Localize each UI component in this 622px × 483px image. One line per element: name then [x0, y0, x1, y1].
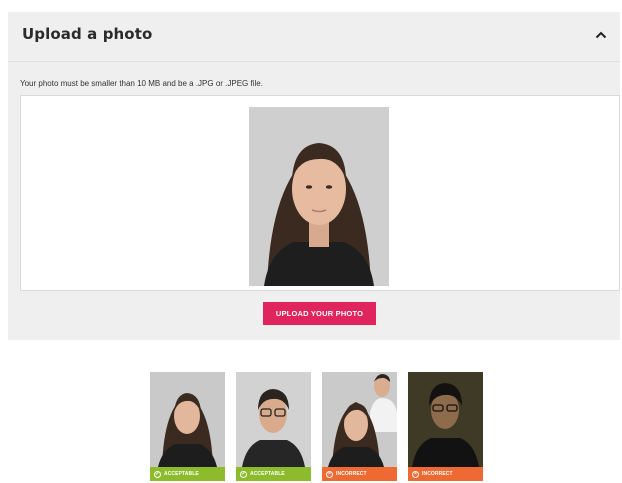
check-circle-icon: ✓	[240, 470, 247, 478]
status-badge: ✓ ACCEPTABLE	[150, 467, 225, 481]
status-label: ACCEPTABLE	[250, 471, 285, 477]
status-label: INCORRECT	[422, 471, 453, 477]
example-photo-incorrect-1: × INCORRECT	[322, 372, 397, 483]
uploaded-photo-preview	[249, 107, 389, 286]
status-badge: ✓ ACCEPTABLE	[236, 467, 311, 481]
x-circle-icon: ×	[412, 470, 419, 478]
check-circle-icon: ✓	[154, 470, 161, 478]
status-label: ACCEPTABLE	[164, 471, 199, 477]
status-badge: × INCORRECT	[408, 467, 483, 481]
example-image	[322, 372, 397, 467]
example-photo-acceptable-2: ✓ ACCEPTABLE	[236, 372, 311, 483]
panel-title: Upload a photo	[22, 25, 153, 43]
example-photo-incorrect-2: × INCORRECT	[408, 372, 483, 483]
panel-header[interactable]: Upload a photo	[8, 12, 620, 62]
upload-photo-button[interactable]: UPLOAD YOUR PHOTO	[263, 302, 376, 325]
chevron-up-icon[interactable]	[592, 26, 610, 44]
example-photo-acceptable-1: ✓ ACCEPTABLE	[150, 372, 225, 483]
status-label: INCORRECT	[336, 471, 367, 477]
example-image	[150, 372, 225, 467]
photo-examples: ✓ ACCEPTABLE ✓ ACCEPTABLE × INCORRECT × …	[150, 372, 490, 483]
upload-instructions: Your photo must be smaller than 10 MB an…	[20, 79, 263, 88]
x-circle-icon: ×	[326, 470, 333, 478]
example-image	[408, 372, 483, 467]
status-badge: × INCORRECT	[322, 467, 397, 481]
upload-photo-panel: Upload a photo Your photo must be smalle…	[8, 12, 620, 340]
photo-dropzone[interactable]	[20, 95, 620, 291]
example-image	[236, 372, 311, 467]
